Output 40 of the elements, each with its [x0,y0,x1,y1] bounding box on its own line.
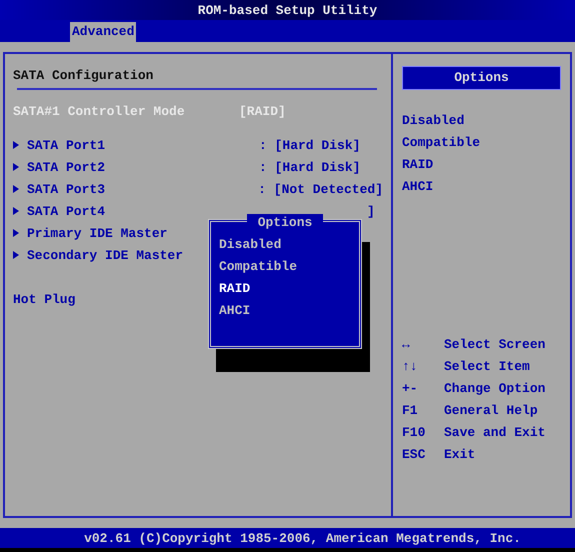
key-action: General Help [444,403,538,418]
key-label: ↑↓ [402,358,419,376]
copyright-text: v02.61 (C)Copyright 1985-2006, American Megatrends, Inc. [83,530,521,546]
section-title: SATA Configuration [13,68,154,85]
popup-option[interactable]: RAID [219,278,351,300]
option-text: Compatible [402,134,482,152]
triangle-icon [13,163,19,171]
key-label: F1 [402,402,419,420]
setting-value: ] [367,204,375,218]
popup-option[interactable]: Disabled [219,234,351,256]
setting-value: [RAID] [239,104,286,118]
triangle-icon [13,141,19,149]
triangle-icon [13,185,19,193]
key-label: F10 [402,424,426,442]
triangle-icon [13,207,19,215]
key-label: +- [402,380,419,398]
setting-label[interactable]: SATA Port1 [27,138,259,152]
triangle-icon [13,251,19,259]
key-action: Change Option [444,381,546,396]
key-action: Exit [444,447,476,462]
popup-title: Options [247,214,323,232]
menu-tab[interactable]: Advanced [70,22,136,42]
key-label: ESC [402,446,426,464]
key-action: Select Item [444,359,530,374]
key-action: Select Screen [444,337,546,352]
option-text: Disabled [402,112,466,130]
popup-option[interactable]: AHCI [219,300,351,322]
option-text: AHCI [402,178,434,196]
key-action: Save and Exit [444,425,546,440]
popup-option[interactable]: Compatible [219,256,351,278]
options-header: Options [402,66,561,90]
setting-value: : [Not Detected] [258,182,383,196]
setting-label[interactable]: SATA Port3 [26,182,258,196]
key-label: ↔ [402,336,411,354]
triangle-icon [13,229,19,237]
setting-value: : [Hard Disk] [259,138,360,152]
setting-value: : [Hard Disk] [259,160,360,174]
option-text: RAID [402,156,434,174]
window-title: ROM-based Setup Utility [198,2,378,18]
setting-label[interactable]: SATA Port2 [27,160,259,174]
